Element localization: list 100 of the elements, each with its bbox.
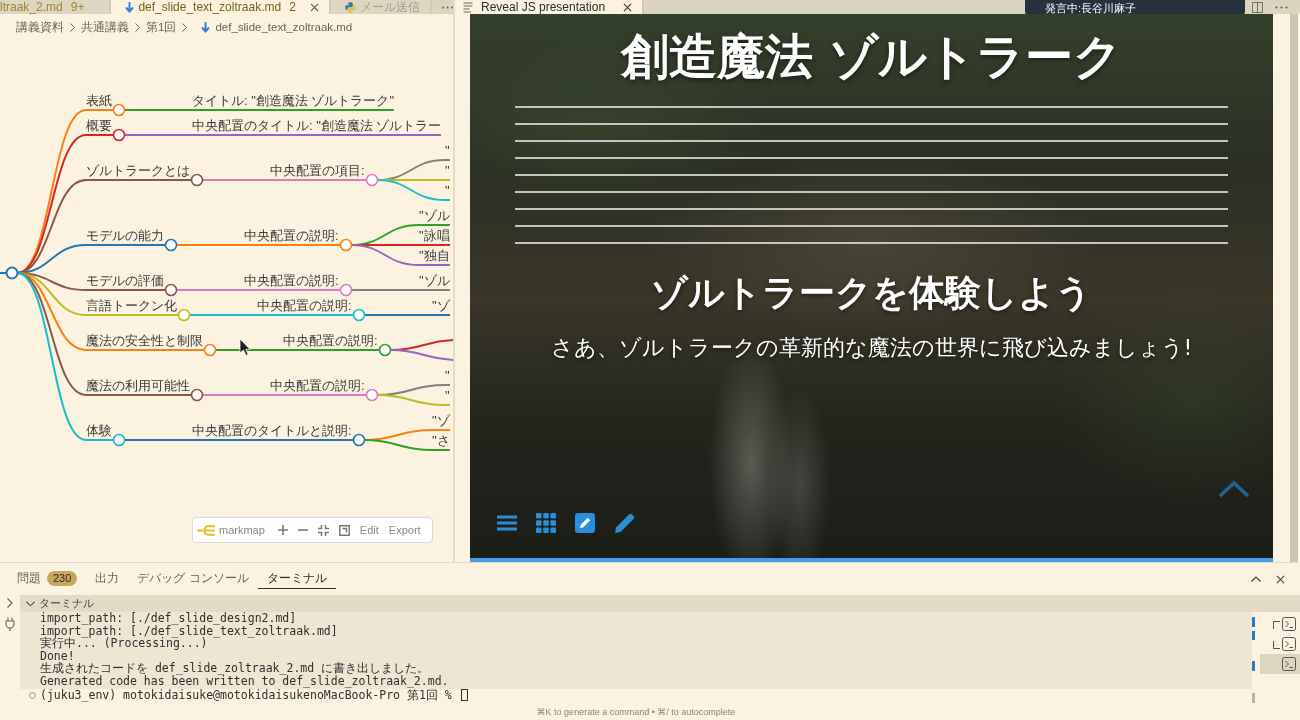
node-label: "さ — [432, 433, 450, 448]
node-circle-icon[interactable] — [177, 308, 191, 322]
tree-connector-icon — [1273, 621, 1280, 629]
toolbar-button[interactable]: Edit — [354, 520, 384, 540]
problem-count: 2 — [289, 0, 296, 14]
terminal-line: import_path: [./def_slide_design2.md] — [40, 612, 297, 625]
scrollbar[interactable] — [1290, 14, 1298, 562]
edit-icon[interactable] — [575, 513, 595, 533]
brand-label: markmap — [219, 524, 265, 536]
connector-line — [363, 439, 433, 451]
node-circle-icon[interactable] — [203, 343, 217, 357]
node-label: "詠唱 — [419, 228, 450, 243]
connector-line — [189, 314, 257, 316]
node-label: 中央配置のタイトル: "創造魔法 ゾルトラー — [192, 118, 442, 133]
chevron-down-icon[interactable] — [26, 600, 35, 607]
node-circle-icon[interactable] — [365, 388, 379, 402]
node-circle-icon[interactable] — [190, 388, 204, 402]
terminal-icon — [1282, 657, 1296, 671]
slide-heading: ゾルトラークを体験しよう — [651, 271, 1092, 315]
node-label: "ゾ — [432, 298, 450, 313]
grid-icon[interactable] — [536, 513, 556, 533]
node-label: 中央配置の説明: — [244, 228, 339, 243]
node-label: 中央配置の説明: — [257, 298, 352, 313]
node-label: " — [445, 163, 450, 178]
down-arrow-icon — [201, 21, 211, 33]
node-label: "独自 — [419, 248, 450, 263]
toolbar-button[interactable]: Export — [383, 520, 426, 540]
terminal-line: import_path: [./def_slide_text_zoltraak.md] — [40, 624, 339, 638]
terminal-line: 実行中... (Processing...) — [40, 637, 208, 650]
more-icon[interactable] — [1275, 5, 1288, 9]
plug-icon[interactable] — [5, 617, 15, 631]
connector-line — [376, 394, 446, 406]
more-icon[interactable] — [441, 5, 453, 9]
chevron-right-icon — [135, 22, 140, 32]
mouse-pointer-icon — [239, 338, 251, 356]
node-label: " — [445, 368, 450, 383]
node-circle-icon[interactable] — [112, 128, 126, 142]
menu-icon[interactable] — [497, 515, 517, 531]
close-icon[interactable] — [1276, 574, 1285, 584]
breadcrumb-item[interactable]: 共通講義 — [81, 19, 129, 35]
terminal-icon — [1282, 637, 1296, 651]
breadcrumb-item[interactable]: 講義資料 — [16, 19, 64, 35]
node-circle-icon[interactable] — [378, 343, 392, 357]
node-label: 中央配置の説明: — [270, 378, 365, 393]
status-circle-icon — [29, 691, 36, 699]
node-label: 概要 — [86, 118, 112, 133]
node-label: 表紙 — [86, 93, 112, 108]
connector-line — [202, 179, 270, 181]
node-circle-icon[interactable] — [339, 238, 353, 252]
terminal-line: 生成されたコードを def_slide_zoltraak_2.md に書き出しました。 — [40, 662, 430, 675]
connector-line — [124, 134, 192, 136]
panel-tab[interactable]: 出力 — [86, 569, 129, 589]
node-label: 言語トークン化 — [86, 298, 177, 313]
breadcrumb-item[interactable]: def_slide_text_zoltraak.md — [193, 21, 353, 33]
panel-tab[interactable]: ターミナル — [257, 569, 336, 589]
connector-line — [124, 109, 192, 111]
node-circle-icon[interactable] — [112, 433, 126, 447]
chevron-right-icon[interactable] — [7, 598, 13, 608]
chevron-up-icon[interactable] — [1251, 576, 1261, 582]
node-label: 体験 — [86, 423, 112, 438]
split-editor-icon[interactable] — [1252, 1, 1263, 13]
node-circle-icon[interactable] — [352, 308, 366, 322]
terminal-section-header[interactable]: ターミナル — [20, 595, 1300, 612]
connector-line — [176, 244, 244, 246]
editor-tab[interactable]: def_slide_text_zoltraak.md 2 — [111, 0, 331, 14]
breadcrumb-item[interactable]: 第1回 — [146, 19, 177, 35]
connector-line — [124, 439, 192, 441]
node-circle-icon[interactable] — [164, 283, 178, 297]
node-label: ゾルトラークとは — [86, 163, 190, 178]
close-icon[interactable] — [309, 2, 319, 12]
editor-tab[interactable]: Reveal JS presentation — [455, 0, 645, 14]
node-label: タイトル: "創造魔法 ゾルトラーク" — [192, 93, 395, 108]
node-label: " — [445, 143, 450, 158]
node-circle-icon[interactable] — [339, 283, 353, 297]
connector-line — [202, 394, 270, 396]
terminal-icon — [1282, 617, 1296, 631]
node-circle-icon[interactable] — [365, 173, 379, 187]
terminal-hint: ⌘K to generate a command • ⌘/ to autocomplete — [535, 706, 737, 717]
terminal-line: Done! — [40, 649, 76, 663]
node-circle-icon[interactable] — [352, 433, 366, 447]
panel-tab[interactable]: デバッグ コンソール — [128, 569, 258, 589]
node-circle-icon[interactable] — [164, 238, 178, 252]
connector-line — [364, 314, 432, 316]
fork-logo-icon — [197, 523, 216, 537]
root-node-icon[interactable] — [0, 266, 19, 280]
node-label: "ゾル — [419, 273, 450, 288]
node-label: 中央配置の項目: — [270, 163, 365, 178]
terminal-instance[interactable] — [1260, 654, 1300, 674]
panel-tab[interactable]: 問題 230 — [8, 569, 87, 589]
node-circle-icon[interactable] — [190, 173, 204, 187]
node-label: 中央配置の説明: — [283, 333, 378, 348]
node-label: 中央配置のタイトルと説明: — [192, 423, 352, 438]
close-icon[interactable] — [623, 2, 633, 12]
node-label: "ゾ — [432, 413, 450, 428]
pencil-icon[interactable] — [614, 512, 636, 534]
node-label: " — [445, 183, 450, 198]
terminal-prompt: (juku3_env) motokidaisuke@motokidaisukenoMacBook-Pro 第1回 % — [40, 688, 452, 702]
node-label: 魔法の利用可能性 — [86, 378, 190, 393]
problem-count: 9+ — [70, 0, 85, 14]
node-circle-icon[interactable] — [112, 103, 126, 117]
